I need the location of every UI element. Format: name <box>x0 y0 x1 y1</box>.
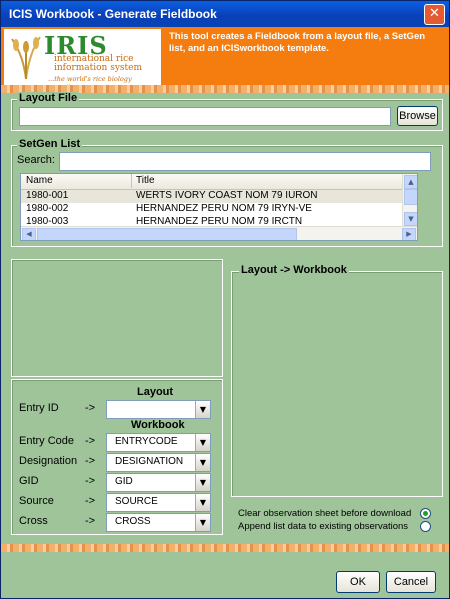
gid-label: GID <box>19 475 39 487</box>
search-input[interactable] <box>59 152 431 171</box>
iris-logo: IRIS international rice information syst… <box>4 29 161 91</box>
cancel-button[interactable]: Cancel <box>386 571 436 593</box>
layout-workbook-label: Layout -> Workbook <box>239 264 349 276</box>
row-title: HERNANDEZ PERU NOM 79 IRYN-VE <box>136 203 312 214</box>
source-select[interactable]: SOURCE ▼ <box>106 493 211 512</box>
chevron-down-icon[interactable]: ▼ <box>195 454 210 471</box>
gid-select[interactable]: GID ▼ <box>106 473 211 492</box>
setgen-label: SetGen List <box>17 138 83 150</box>
scroll-left-icon[interactable]: ◀ <box>22 228 36 240</box>
arrow-label: -> <box>85 475 96 487</box>
close-icon[interactable]: ✕ <box>424 4 445 25</box>
arrow-label: -> <box>85 455 96 467</box>
ok-button[interactable]: OK <box>336 571 380 593</box>
horizontal-scroll-thumb[interactable] <box>37 228 297 240</box>
chevron-down-icon[interactable]: ▼ <box>195 514 210 531</box>
layout-file-input[interactable] <box>19 107 391 126</box>
entry-id-select[interactable]: ▼ <box>106 400 211 419</box>
chevron-down-icon[interactable]: ▼ <box>195 401 210 418</box>
scroll-down-icon[interactable]: ▼ <box>404 212 417 226</box>
table-row[interactable]: 1980-001 WERTS IVORY COAST NOM 79 IURON <box>21 190 417 203</box>
browse-button[interactable]: Browse <box>397 106 438 126</box>
workbook-header: Workbook <box>131 419 185 431</box>
append-option-radio[interactable] <box>420 521 431 532</box>
designation-select[interactable]: DESIGNATION ▼ <box>106 453 211 472</box>
clear-option-label: Clear observation sheet before download <box>238 508 412 519</box>
arrow-label: -> <box>85 515 96 527</box>
row-title: WERTS IVORY COAST NOM 79 IURON <box>136 190 318 201</box>
layout-workbook-group <box>231 271 443 497</box>
horizontal-scrollbar[interactable]: ◀ ▶ <box>21 226 417 240</box>
scroll-thumb[interactable] <box>404 189 417 205</box>
search-label: Search: <box>17 154 55 166</box>
banner-description: This tool creates a Fieldbook from a lay… <box>169 31 426 54</box>
layout-file-label: Layout File <box>17 92 80 104</box>
row-name: 1980-002 <box>26 203 69 214</box>
source-label: Source <box>19 495 54 507</box>
vertical-scrollbar[interactable]: ▲ ▼ <box>402 174 417 226</box>
title-bar[interactable]: ICIS Workbook - Generate Fieldbook ✕ <box>1 1 449 27</box>
row-name: 1980-001 <box>26 190 69 201</box>
column-header-title[interactable]: Title <box>136 175 155 186</box>
logo-subtitle: international rice information system <box>54 54 142 73</box>
dialog-window: ICIS Workbook - Generate Fieldbook ✕ IRI… <box>0 0 450 599</box>
arrow-label: -> <box>85 495 96 507</box>
setgen-table[interactable]: Name Title 1980-001 WERTS IVORY COAST NO… <box>20 173 418 241</box>
chevron-down-icon[interactable]: ▼ <box>195 494 210 511</box>
footer-divider <box>1 544 449 552</box>
arrow-label: -> <box>85 435 96 447</box>
empty-panel <box>11 259 223 377</box>
chevron-down-icon[interactable]: ▼ <box>195 434 210 451</box>
chevron-down-icon[interactable]: ▼ <box>195 474 210 491</box>
layout-header: Layout <box>137 386 174 398</box>
cross-label: Cross <box>19 515 48 527</box>
designation-label: Designation <box>19 455 78 467</box>
entry-id-label: Entry ID <box>19 402 59 414</box>
clear-option-radio[interactable] <box>420 508 431 519</box>
rice-plant-icon <box>11 36 41 80</box>
column-header-name[interactable]: Name <box>26 175 53 186</box>
entry-code-select[interactable]: ENTRYCODE ▼ <box>106 433 211 452</box>
scroll-up-icon[interactable]: ▲ <box>404 175 417 189</box>
append-option-label: Append list data to existing observation… <box>238 521 409 532</box>
scroll-right-icon[interactable]: ▶ <box>402 228 416 240</box>
cross-select[interactable]: CROSS ▼ <box>106 513 211 532</box>
arrow-label: -> <box>85 402 96 414</box>
window-title: ICIS Workbook - Generate Fieldbook <box>9 7 217 21</box>
table-row[interactable]: 1980-002 HERNANDEZ PERU NOM 79 IRYN-VE <box>21 203 417 216</box>
table-header: Name Title <box>21 174 417 190</box>
entry-code-label: Entry Code <box>19 435 75 447</box>
